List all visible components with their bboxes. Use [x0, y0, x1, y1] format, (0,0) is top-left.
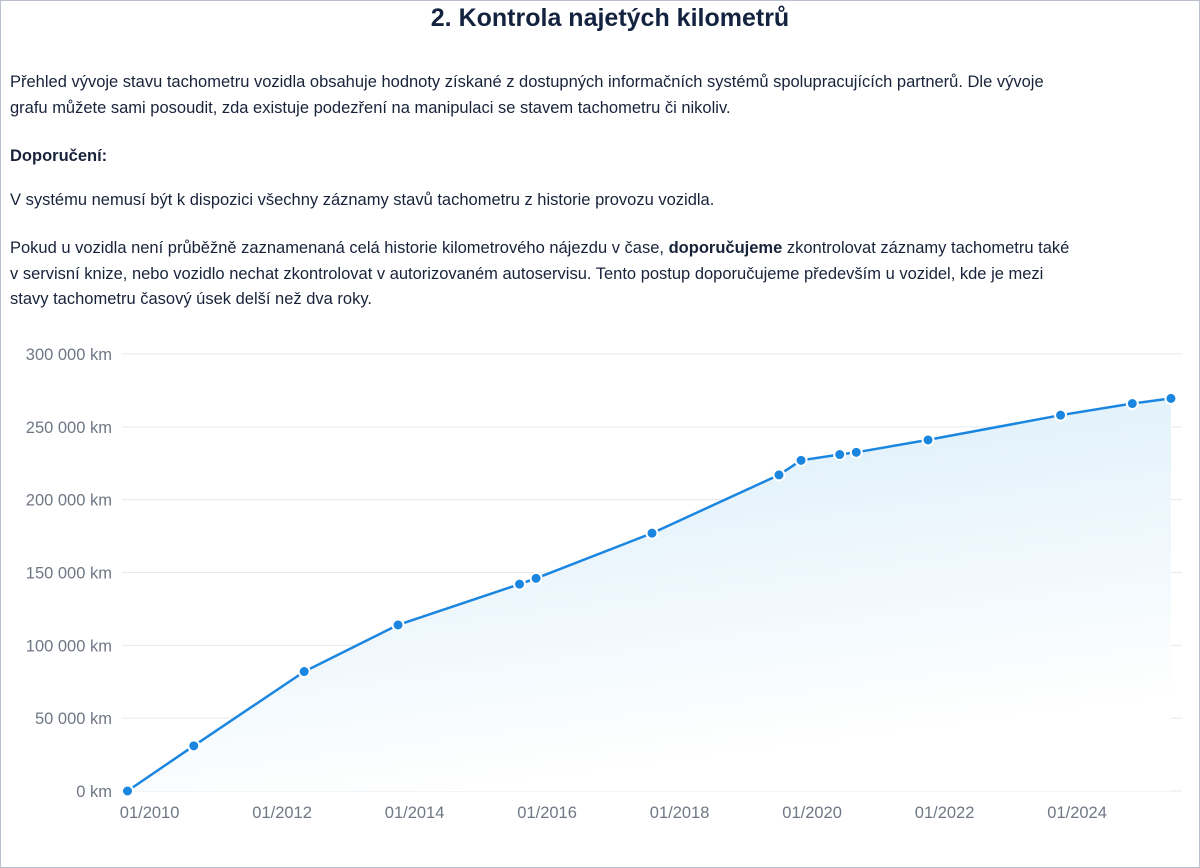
page-frame	[0, 0, 1200, 868]
